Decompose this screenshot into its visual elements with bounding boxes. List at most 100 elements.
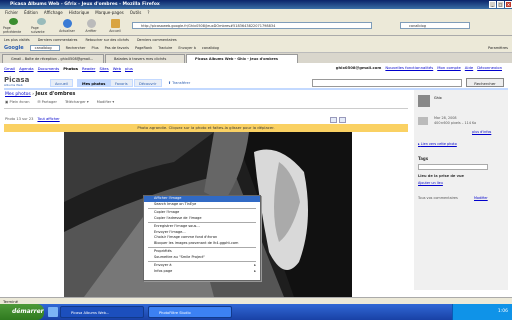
- reader-link[interactable]: Reader: [82, 66, 95, 71]
- more-button[interactable]: Plus: [92, 46, 99, 50]
- add-place-link[interactable]: Ajouter un lieu: [418, 181, 443, 185]
- tab-gmail[interactable]: Gmail - Boîte de réception - ghix0508@gm…: [2, 54, 104, 63]
- url-text: http://picasaweb.google.fr/Ghix0508/Jeux…: [141, 24, 276, 28]
- download-button[interactable]: Télécharger ▾: [65, 100, 89, 104]
- menu-item[interactable]: ?: [147, 10, 149, 15]
- more-link[interactable]: plus: [125, 66, 133, 71]
- documents-link[interactable]: Documents: [38, 66, 60, 71]
- fullscreen-button[interactable]: ▣ Plein écran: [5, 100, 30, 104]
- system-tray: 1:06: [452, 304, 512, 320]
- taskbar-item-firefox[interactable]: Picasa Albums Web...: [60, 306, 144, 318]
- menu-item[interactable]: Historique: [69, 10, 90, 15]
- camera-icon: [418, 117, 428, 125]
- maximize-icon[interactable]: □: [497, 1, 504, 8]
- view-all-link[interactable]: Tout afficher: [37, 117, 59, 121]
- menu-item[interactable]: Affichage: [44, 10, 63, 15]
- photo-size: 400×600 pixels – 114 Ko: [434, 121, 477, 125]
- account-link[interactable]: Mon compte: [437, 65, 461, 70]
- chevron-down-icon: ▾: [85, 100, 89, 104]
- prev-next-controls: [330, 117, 346, 123]
- start-button[interactable]: démarrer: [0, 304, 44, 320]
- bookmarks-button[interactable]: Pas de favoris: [105, 46, 129, 50]
- tab-explore[interactable]: Découvrir: [134, 79, 162, 87]
- bookmark-item[interactable]: Derniers commentaires: [137, 38, 177, 42]
- menu-item-copy-address[interactable]: Copier l'adresse de l'image: [144, 216, 260, 222]
- edit-button[interactable]: Modifier ▾: [97, 100, 114, 104]
- tags-input[interactable]: [418, 164, 488, 170]
- user-email: ghix0508@gmail.com: [335, 65, 382, 70]
- tab-blog[interactable]: Balades à travers mes clichés: [105, 54, 185, 63]
- photo-navigation: Photo 13 sur 23 Tout afficher: [5, 117, 60, 121]
- canalblog-button[interactable]: canalblog: [202, 46, 219, 50]
- google-search-input[interactable]: canalblog: [29, 44, 60, 51]
- tab-my-photos[interactable]: Mes photos: [77, 79, 111, 87]
- url-bar[interactable]: http://picasaweb.google.fr/Ghix0508/Jeux…: [132, 22, 372, 29]
- tags-heading: Tags: [418, 156, 429, 161]
- window-title-bar[interactable]: Picasa Albums Web - Gfrix - Jeux d'ombre…: [0, 0, 512, 9]
- avatar[interactable]: [418, 95, 430, 107]
- share-button[interactable]: ✉ Partager: [38, 100, 57, 104]
- chevron-right-icon: ▸: [254, 268, 256, 273]
- back-button[interactable]: Page précédente: [3, 17, 23, 34]
- bookmark-item[interactable]: Retoucher sur des clichés: [85, 38, 129, 42]
- next-photo-button[interactable]: [339, 117, 346, 123]
- home-icon: [110, 18, 120, 28]
- album-title: Jeux d'ombres: [35, 91, 76, 97]
- tab-strip: Gmail - Boîte de réception - ghix0508@gm…: [0, 53, 512, 63]
- logout-link[interactable]: Déconnexion: [477, 65, 502, 70]
- more-info-link[interactable]: plus d'infos: [472, 130, 491, 134]
- place-heading: Lieu de la prise de vue: [418, 174, 464, 178]
- photo-sidebar: Ghix Mar 28, 2008 400×600 pixels – 114 K…: [414, 90, 508, 290]
- new-features-link[interactable]: Nouvelles fonctionnalités: [385, 65, 433, 70]
- reload-button[interactable]: Actualiser: [57, 18, 77, 34]
- agenda-link[interactable]: Agenda: [19, 66, 34, 71]
- prev-photo-button[interactable]: [330, 117, 337, 123]
- picasa-search-button[interactable]: Rechercher: [466, 78, 504, 87]
- close-icon[interactable]: ×: [505, 1, 512, 8]
- picasa-search-input[interactable]: [312, 79, 462, 87]
- forward-arrow-icon: [36, 17, 46, 25]
- photo-link[interactable]: ▸ Lien vers cette photo: [418, 142, 457, 146]
- back-arrow-icon: [8, 17, 18, 25]
- photo-date: Mar 28, 2008: [434, 116, 457, 120]
- gmail-link[interactable]: Gmail: [4, 66, 15, 71]
- web-search-input[interactable]: canalblog: [400, 22, 470, 29]
- minimize-icon[interactable]: _: [489, 1, 496, 8]
- stop-button[interactable]: Arrêter: [81, 18, 101, 34]
- menu-item-page-info[interactable]: Infos page ▸: [144, 269, 260, 275]
- taskbar-item-photofiltre[interactable]: PhotoFiltre Studio: [148, 306, 232, 318]
- menu-item-block-images[interactable]: Bloquer les images provenant de lh4.ggph…: [144, 241, 260, 247]
- sites-link[interactable]: Sites: [99, 66, 108, 71]
- web-link[interactable]: Web: [113, 66, 121, 71]
- comments-label: Tous vos commentaires: [418, 196, 458, 200]
- bookmark-item[interactable]: Derniers commentaires: [38, 38, 78, 42]
- google-search-button[interactable]: Rechercher: [66, 46, 86, 50]
- translate-button[interactable]: Traduire: [158, 46, 172, 50]
- menu-item-tineye[interactable]: Search Image on TinEye: [144, 202, 260, 208]
- tab-home[interactable]: Accueil: [50, 79, 73, 87]
- modify-link[interactable]: Modifier: [474, 196, 488, 200]
- clock: 1:06: [497, 309, 508, 314]
- photo-actions: ▣ Plein écran ✉ Partager Télécharger ▾ M…: [5, 100, 114, 104]
- upload-link[interactable]: ⬆ Transférer: [168, 79, 190, 87]
- send-to-button[interactable]: Envoyer à: [178, 46, 196, 50]
- photo-counter: Photo 13 sur 23: [5, 117, 34, 121]
- forward-button[interactable]: Page suivante: [31, 17, 51, 34]
- google-toolbar: Google canalblog Rechercher Plus Pas de …: [0, 43, 512, 53]
- menu-item[interactable]: Édition: [24, 10, 38, 15]
- menu-item[interactable]: Fichier: [5, 10, 18, 15]
- menu-item[interactable]: Outils: [130, 10, 142, 15]
- quick-launch-icon[interactable]: [48, 307, 58, 317]
- stop-icon: [86, 18, 96, 28]
- breadcrumb-root[interactable]: Mes photos: [5, 92, 31, 97]
- window-title: Picasa Albums Web - Gfrix - Jeux d'ombre…: [10, 2, 160, 7]
- bookmark-item[interactable]: Les plus visités: [4, 38, 30, 42]
- menu-item-smile-project[interactable]: Soumettre au "Smile Project": [144, 255, 260, 261]
- help-link[interactable]: Aide: [465, 65, 473, 70]
- tab-favorites[interactable]: Favoris: [110, 79, 133, 87]
- home-button[interactable]: Accueil: [105, 18, 125, 34]
- tab-picasa[interactable]: Picasa Albums Web - Ghix - Jeux d'ombres: [186, 54, 298, 63]
- menu-item[interactable]: Marque-pages: [95, 10, 124, 15]
- picasa-logo[interactable]: Picasa Albums Web: [4, 76, 29, 87]
- settings-button[interactable]: Paramètres: [488, 46, 512, 50]
